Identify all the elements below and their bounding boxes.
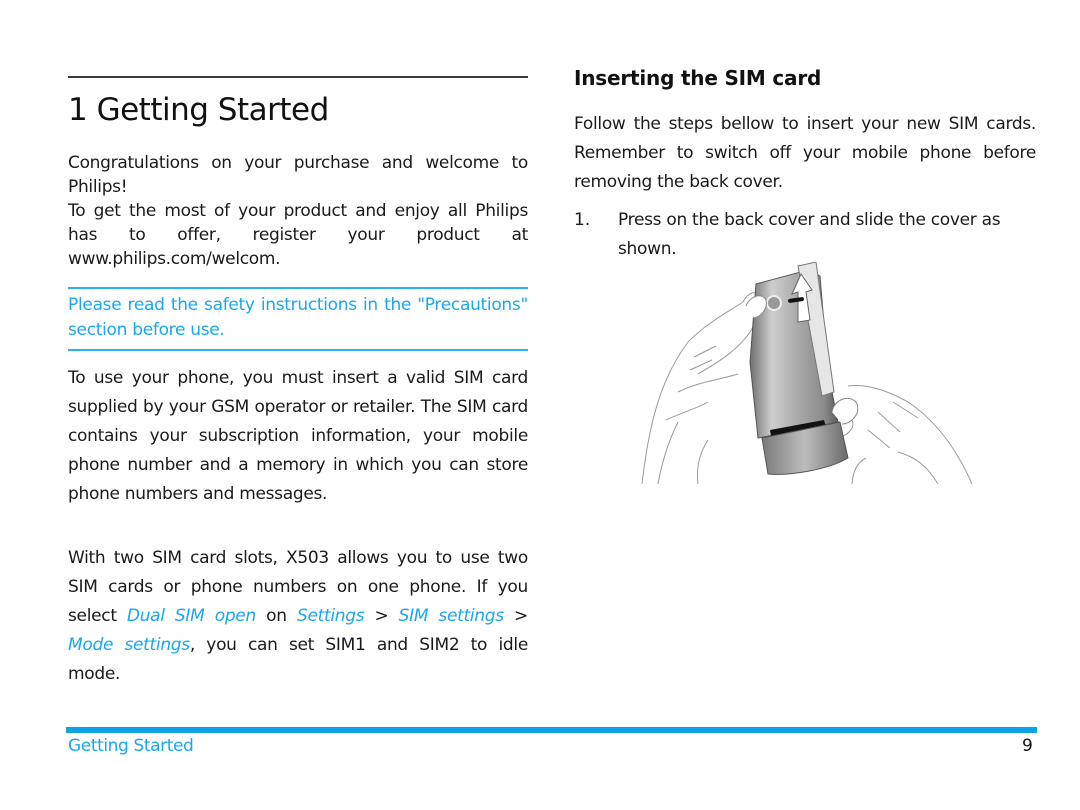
chapter-title: 1 Getting Started xyxy=(68,92,329,128)
sim-info-section: To use your phone, you must insert a val… xyxy=(68,364,528,509)
dual-sim-text-part2: on xyxy=(255,606,297,626)
safety-notice-text: Please read the safety instructions in t… xyxy=(68,295,528,340)
phone-body xyxy=(749,261,849,475)
step-number: 1. xyxy=(574,210,591,230)
left-hand-outline xyxy=(641,292,762,485)
menu-separator: > xyxy=(364,606,399,626)
phone-illustration-svg xyxy=(641,261,973,485)
menu-ref-sim-settings: SIM settings xyxy=(398,606,504,626)
sim-info-text: To use your phone, you must insert a val… xyxy=(68,368,528,504)
footer-page-number: 9 xyxy=(1022,736,1033,756)
dual-sim-section: With two SIM card slots, X503 allows you… xyxy=(68,544,528,689)
camera-lens-icon xyxy=(766,295,782,311)
intro-register: To get the most of your product and enjo… xyxy=(68,201,528,269)
section-title: Inserting the SIM card xyxy=(574,66,822,90)
menu-ref-mode-settings: Mode settings xyxy=(68,635,190,655)
step-item: 1. Press on the back cover and slide the… xyxy=(574,206,1036,264)
intro-section: Congratulations on your purchase and wel… xyxy=(68,151,528,271)
menu-ref-settings: Settings xyxy=(296,606,365,626)
phone-back-cover-slide-illustration xyxy=(638,261,973,488)
chapter-rule xyxy=(68,76,528,78)
intro-welcome: Congratulations on your purchase and wel… xyxy=(68,153,528,197)
dual-sim-text: With two SIM card slots, X503 allows you… xyxy=(68,544,528,689)
menu-separator: > xyxy=(503,606,528,626)
step-text: Press on the back cover and slide the co… xyxy=(618,210,1001,259)
safety-notice: Please read the safety instructions in t… xyxy=(68,287,528,351)
menu-ref-dual-sim-open: Dual SIM open xyxy=(126,606,256,626)
footer-bar xyxy=(66,727,1037,733)
steps-intro: Follow the steps bellow to insert your n… xyxy=(574,110,1036,197)
footer-section-name: Getting Started xyxy=(68,736,194,756)
steps-intro-text: Follow the steps bellow to insert your n… xyxy=(574,114,1036,192)
